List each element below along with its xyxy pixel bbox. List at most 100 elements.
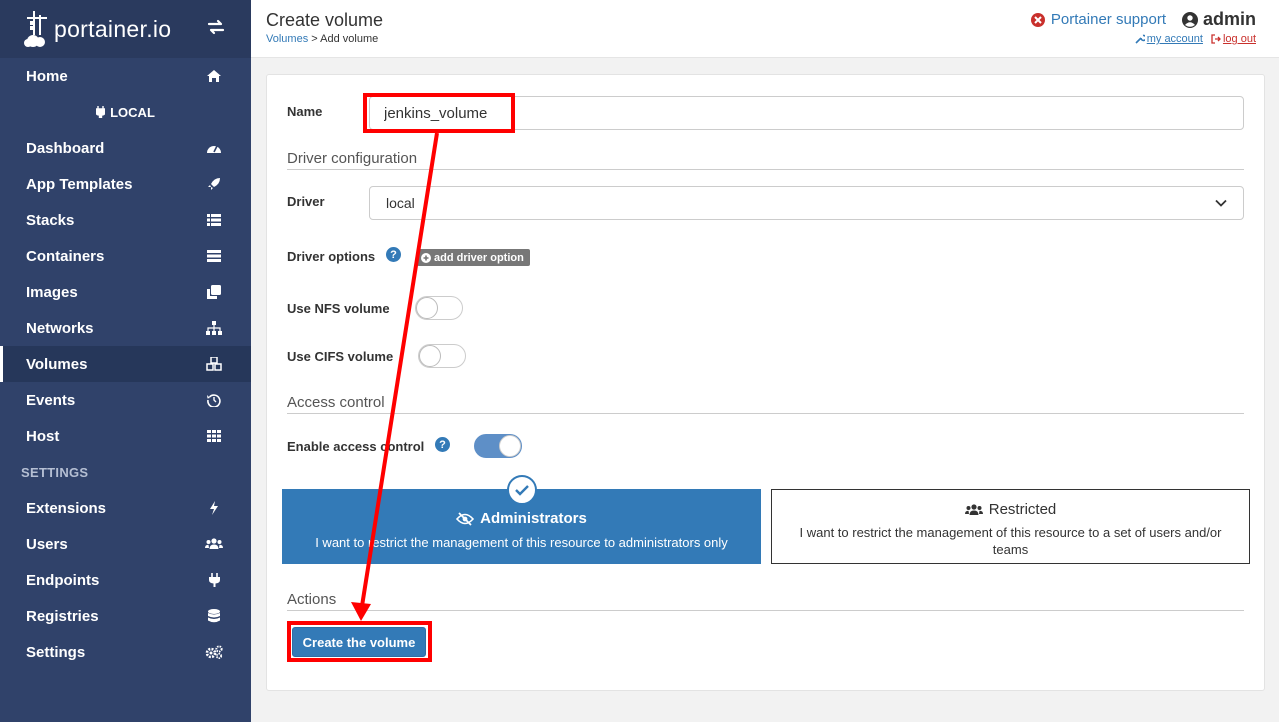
toggle-knob: [419, 345, 441, 367]
breadcrumb-current: > Add volume: [308, 33, 379, 45]
divider: [287, 169, 1244, 170]
log-out-label: log out: [1222, 33, 1256, 45]
create-volume-button[interactable]: Create the volume: [292, 627, 426, 657]
breadcrumb: Volumes > Add volume: [266, 33, 378, 45]
question-circle-icon[interactable]: ?: [435, 437, 450, 452]
sidebar-item-networks[interactable]: Networks: [0, 310, 251, 346]
toggle-sidebar-icon[interactable]: [207, 19, 225, 40]
home-icon: [205, 67, 223, 85]
sidebar-item-label: Endpoints: [26, 571, 100, 589]
access-control-toggle[interactable]: [474, 434, 522, 458]
driver-select[interactable]: local: [369, 186, 1244, 220]
sidebar-item-stacks[interactable]: Stacks: [0, 202, 251, 238]
plus-circle-icon: [421, 252, 431, 263]
portainer-logo-icon: [24, 11, 47, 47]
administrators-description: I want to restrict the management of thi…: [315, 535, 728, 550]
sidebar-item-label: Users: [26, 535, 68, 553]
endpoint-name: LOCAL: [110, 104, 155, 120]
access-control-title: Access control: [287, 394, 385, 411]
add-driver-option-label: add driver option: [434, 251, 524, 264]
sidebar-item-home[interactable]: Home: [0, 58, 251, 94]
sign-out-icon: [1211, 34, 1221, 44]
brand-name: portainer.io: [54, 15, 172, 42]
sidebar-item-volumes[interactable]: Volumes: [0, 346, 251, 382]
sidebar-item-settings[interactable]: Settings: [0, 634, 251, 670]
th-icon: [205, 427, 223, 445]
my-account-link[interactable]: my account: [1135, 33, 1203, 45]
restricted-label: Restricted: [988, 501, 1057, 518]
enable-access-control-label: Enable access control: [287, 439, 425, 454]
settings-heading: SETTINGS: [21, 464, 89, 480]
divider: [287, 610, 1244, 611]
sidebar-item-dashboard[interactable]: Dashboard: [0, 130, 251, 166]
check-icon: [507, 475, 537, 505]
restricted-option[interactable]: Restricted I want to restrict the manage…: [771, 489, 1250, 564]
sidebar-item-label: App Templates: [26, 175, 133, 193]
clone-icon: [205, 283, 223, 301]
sidebar-nav: Home LOCAL Dashboard App Templates Stack…: [0, 58, 251, 670]
sidebar-item-label: Settings: [26, 643, 86, 661]
administrators-label: Administrators: [480, 510, 587, 527]
sidebar-item-users[interactable]: Users: [0, 526, 251, 562]
wrench-icon: [1135, 34, 1145, 44]
cubes-icon: [205, 355, 223, 373]
user-circle-icon: [1181, 11, 1198, 28]
sidebar-item-label: Networks: [26, 319, 94, 337]
driver-options-label: Driver options: [287, 249, 376, 264]
cifs-toggle[interactable]: [418, 344, 466, 368]
actions-title: Actions: [287, 591, 337, 608]
rocket-icon: [205, 175, 223, 193]
cogs-icon: [205, 643, 223, 661]
user-label: admin: [1202, 9, 1256, 29]
endpoint-local: LOCAL: [0, 94, 251, 130]
page-header: Create volume Volumes > Add volume Porta…: [251, 0, 1279, 58]
cifs-label: Use CIFS volume: [287, 349, 394, 364]
sidebar-item-endpoints[interactable]: Endpoints: [0, 562, 251, 598]
restricted-description: I want to restrict the management of thi…: [799, 525, 1222, 557]
sidebar-item-label: Host: [26, 427, 60, 445]
sidebar-item-images[interactable]: Images: [0, 274, 251, 310]
my-account-label: my account: [1146, 33, 1203, 45]
sidebar-item-label: Events: [26, 391, 76, 409]
breadcrumb-volumes-link[interactable]: Volumes: [266, 33, 308, 45]
sidebar-item-extensions[interactable]: Extensions: [0, 490, 251, 526]
chevron-down-icon: [1215, 199, 1227, 207]
sidebar-item-events[interactable]: Events: [0, 382, 251, 418]
restricted-title: Restricted: [772, 501, 1249, 518]
users-icon: [964, 503, 983, 515]
question-circle-icon[interactable]: ?: [386, 247, 401, 262]
server-icon: [205, 247, 223, 265]
sidebar-item-label: Registries: [26, 607, 99, 625]
plug-icon: [205, 571, 223, 589]
eye-slash-icon: [456, 511, 475, 526]
sidebar-item-label: Dashboard: [26, 139, 105, 157]
dashboard-icon: [205, 139, 223, 157]
portainer-support-link[interactable]: Portainer support: [1030, 11, 1166, 28]
sidebar-item-containers[interactable]: Containers: [0, 238, 251, 274]
toggle-knob: [416, 297, 438, 319]
history-icon: [205, 391, 223, 409]
sidebar-item-app-templates[interactable]: App Templates: [0, 166, 251, 202]
nfs-toggle[interactable]: [415, 296, 463, 320]
administrators-title: Administrators: [282, 510, 761, 527]
sidebar-item-label: Containers: [26, 247, 105, 265]
sidebar-item-label: Images: [26, 283, 78, 301]
sidebar-item-label: Stacks: [26, 211, 75, 229]
sidebar-item-registries[interactable]: Registries: [0, 598, 251, 634]
portainer-logo[interactable]: portainer.io: [24, 9, 171, 49]
name-input[interactable]: [369, 96, 1244, 130]
users-icon: [205, 535, 223, 553]
sidebar-item-label: Home: [26, 67, 68, 85]
driver-configuration-title: Driver configuration: [287, 150, 418, 167]
support-label: Portainer support: [1050, 11, 1166, 28]
brand[interactable]: portainer.io: [0, 0, 251, 58]
sitemap-icon: [205, 319, 223, 337]
log-out-link[interactable]: log out: [1211, 33, 1256, 45]
account-links: my account log out: [1135, 33, 1256, 45]
toggle-knob: [499, 435, 521, 457]
divider: [287, 413, 1244, 414]
support-icon: [1030, 12, 1045, 27]
plug-icon: [96, 106, 106, 118]
add-driver-option-button[interactable]: add driver option: [417, 249, 530, 266]
sidebar-item-host[interactable]: Host: [0, 418, 251, 454]
